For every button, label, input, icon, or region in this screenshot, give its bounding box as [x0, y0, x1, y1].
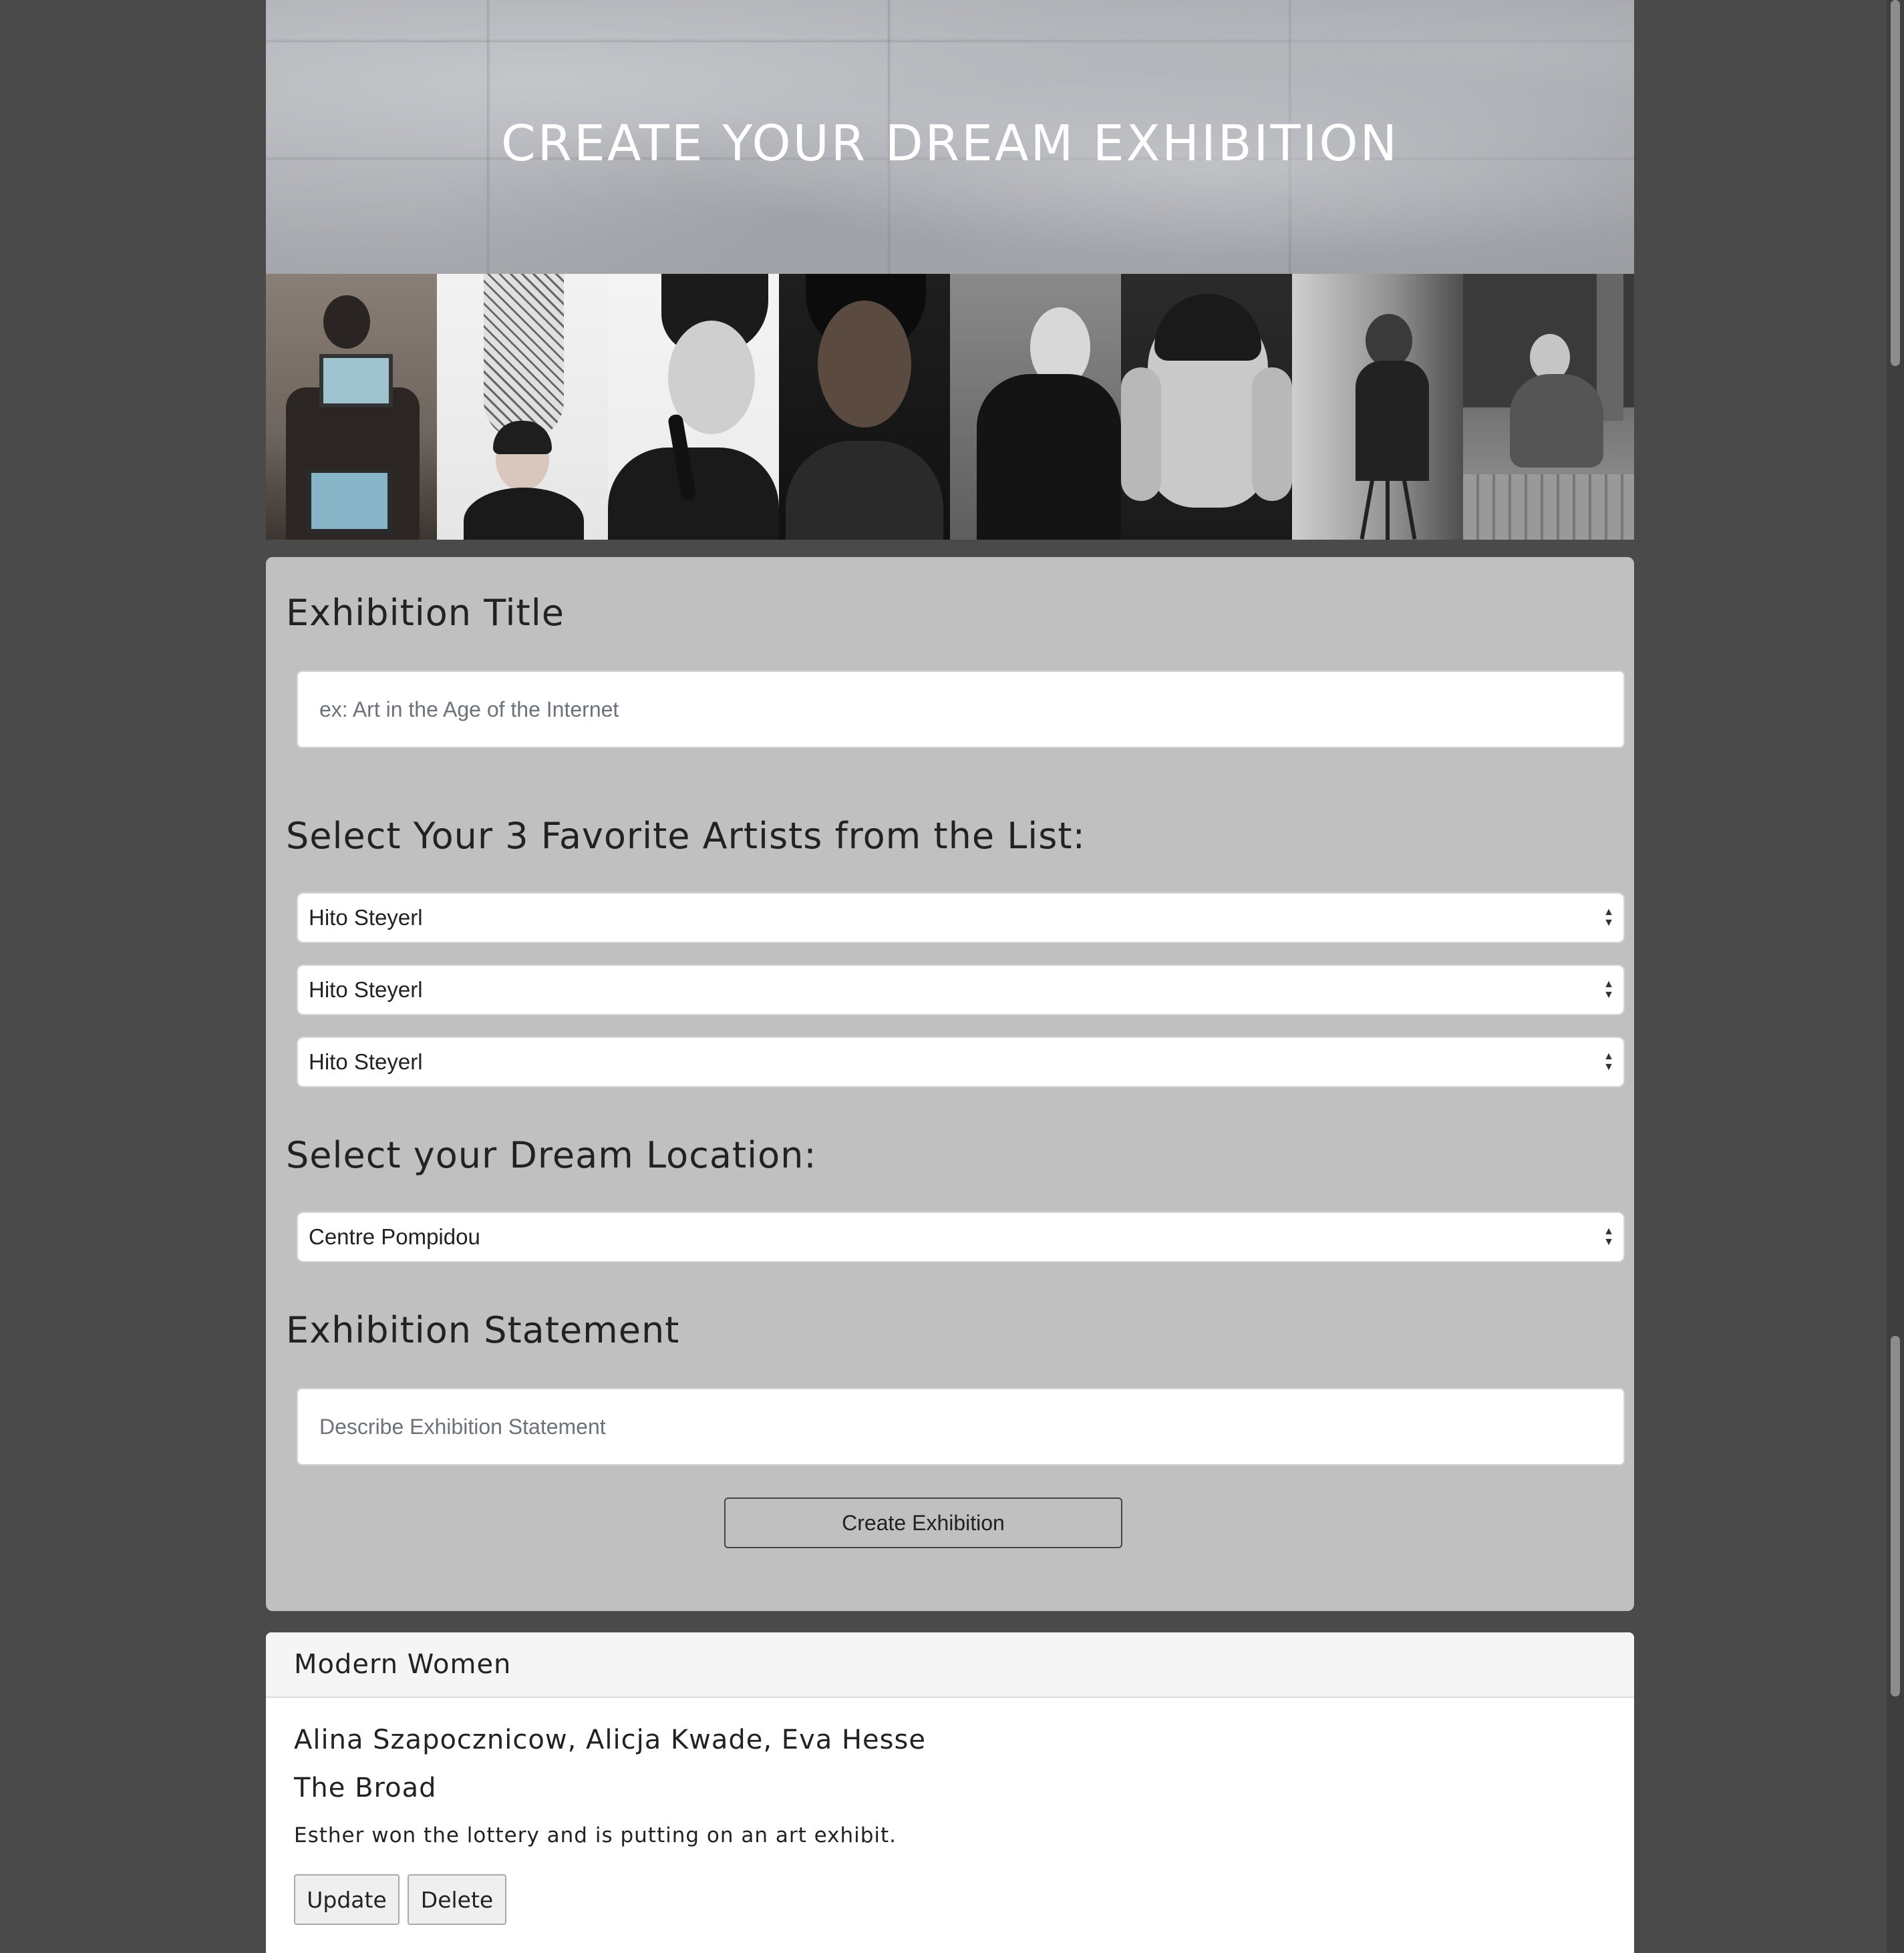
exhibition-card-location: The Broad — [294, 1773, 437, 1803]
page-title: CREATE YOUR DREAM EXHIBITION — [501, 115, 1399, 172]
artist-select-1-value: Hito Steyerl — [309, 905, 423, 930]
exhibition-title-input[interactable] — [297, 671, 1625, 748]
exhibition-title-label: Exhibition Title — [286, 592, 565, 634]
artist-select-1[interactable]: Hito Steyerl ▲ ▼ — [297, 892, 1625, 943]
artist-photo-3 — [608, 274, 779, 540]
location-label: Select your Dream Location: — [286, 1134, 817, 1176]
scrollbar-thumb-upper[interactable] — [1891, 0, 1900, 366]
select-arrows-icon: ▲ ▼ — [1603, 979, 1614, 1001]
select-arrows-icon: ▲ ▼ — [1603, 1226, 1614, 1248]
page: CREATE YOUR DREAM EXHIBITION Exhibition … — [266, 0, 1634, 1953]
artist-photo-2 — [437, 274, 608, 540]
scrollbar-thumb-lower[interactable] — [1891, 1336, 1900, 1697]
page-scrollbar[interactable] — [1887, 0, 1904, 1953]
location-select-value: Centre Pompidou — [309, 1224, 480, 1249]
artist-select-2[interactable]: Hito Steyerl ▲ ▼ — [297, 964, 1625, 1015]
location-select[interactable]: Centre Pompidou ▲ ▼ — [297, 1212, 1625, 1262]
artist-select-2-value: Hito Steyerl — [309, 977, 423, 1002]
exhibition-statement-input[interactable] — [297, 1388, 1625, 1465]
exhibition-card: Modern Women Alina Szapocznicow, Alicja … — [266, 1632, 1634, 1953]
artist-photo-8 — [1463, 274, 1634, 540]
artist-photo-4 — [779, 274, 950, 540]
artist-photo-1 — [266, 274, 437, 540]
artist-photo-7 — [1292, 274, 1463, 540]
artist-photo-5 — [950, 274, 1121, 540]
artists-label: Select Your 3 Favorite Artists from the … — [286, 815, 1086, 857]
exhibition-card-artists: Alina Szapocznicow, Alicja Kwade, Eva He… — [294, 1725, 926, 1755]
create-exhibition-form: Exhibition Title Select Your 3 Favorite … — [266, 557, 1634, 1611]
artist-select-3-value: Hito Steyerl — [309, 1049, 423, 1074]
artist-photo-6 — [1121, 274, 1292, 540]
update-button[interactable]: Update — [294, 1874, 400, 1925]
exhibition-card-statement: Esther won the lottery and is putting on… — [294, 1823, 897, 1847]
statement-label: Exhibition Statement — [286, 1309, 680, 1351]
artist-select-3[interactable]: Hito Steyerl ▲ ▼ — [297, 1037, 1625, 1087]
exhibition-card-title: Modern Women — [266, 1632, 1634, 1698]
delete-button[interactable]: Delete — [408, 1874, 506, 1925]
select-arrows-icon: ▲ ▼ — [1603, 906, 1614, 928]
select-arrows-icon: ▲ ▼ — [1603, 1051, 1614, 1073]
hero-banner: CREATE YOUR DREAM EXHIBITION — [266, 0, 1634, 274]
artist-portrait-strip — [266, 274, 1634, 540]
create-exhibition-button[interactable]: Create Exhibition — [724, 1497, 1122, 1548]
